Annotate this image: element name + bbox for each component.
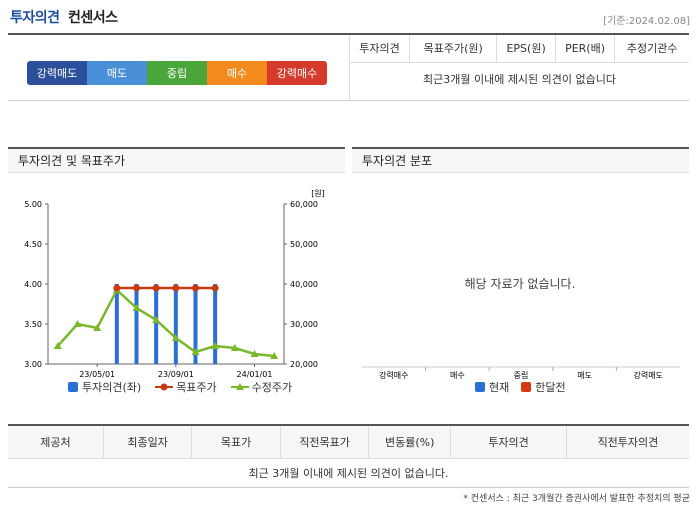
left-panel-header: 투자의견 및 목표주가 [8,147,345,173]
rating-strong-buy: 강력매수 [267,61,327,85]
section-title: 투자의견 [10,10,60,26]
y-right-tick-label: 30,000 [290,320,318,329]
rating-sell: 매도 [87,61,147,85]
category-label: 매수 [450,371,465,380]
y-left-tick-label: 3.50 [24,320,42,329]
target-price-point [172,284,180,292]
col-target: 목표가 [191,425,281,459]
rating-neutral: 중립 [147,61,207,85]
triangle-line-icon [230,383,249,390]
col-per: PER(배) [554,35,615,63]
target-price-point [133,284,140,292]
distribution-chart-svg: 해당 자료가 없습니다. 강력매수 매수 중립 매도 강력매도 [362,277,680,380]
legend-current: 현재 [475,380,509,394]
square-icon [475,382,485,392]
consensus-bottom-line [8,100,689,101]
category-label: 매도 [577,371,592,380]
square-icon [521,382,532,392]
target-price-point [152,284,160,292]
target-price-point [192,284,199,292]
col-last-date: 최종일자 [102,425,192,459]
y-right-tick-label: 40,000 [290,280,318,289]
left-legend: 투자의견(좌) 목표주가 수정주가 [68,380,328,394]
legend-target-price: 목표주가 [155,380,217,394]
legend-opinion: 투자의견(좌) [68,380,141,394]
legend-adjusted-price: 수정주가 [230,380,292,394]
section-subtitle: 컨센서스 [68,10,118,26]
category-label: 강력매수 [379,370,408,380]
opinion-target-chart: [원] 5.00 4.50 4.00 3.50 3.00 60,000 50,000 40,0… [8,173,345,401]
y-right-tick-label: 50,000 [290,240,318,249]
y-right-tick-label: 60,000 [290,200,318,209]
rating-strong-sell: 강력매도 [27,61,87,85]
broker-opinion-table: 제공처 최종일자 목표가 직전목표가 변동률(%) 투자의견 직전투자의견 최근… [8,424,689,488]
adjusted-price-line [56,287,275,358]
col-institutions: 추정기관수 [614,35,689,63]
distribution-chart: 해당 자료가 없습니다. 강력매수 매수 중립 매도 강력매도 [352,173,689,401]
opinion-bar [213,284,218,364]
col-provider: 제공처 [8,425,104,459]
rating-buy: 매수 [207,61,267,85]
unit-label: [원] [311,189,325,198]
right-panel-header: 투자의견 분포 [352,147,689,173]
col-eps: EPS(원) [496,35,556,63]
opinion-bar [114,284,119,364]
col-opinion: 투자의견 [350,35,410,63]
col-prev-opinion: 직전투자의견 [565,425,689,459]
col-change-rate: 변동률(%) [368,425,451,459]
category-label: 강력매도 [633,370,662,380]
right-legend: 현재 한달전 [475,380,595,394]
rating-scale-bar: 강력매도 매도 중립 매수 강력매수 [27,61,327,85]
x-tick-label: 23/05/01 [79,370,115,379]
opinion-bar [154,284,159,364]
x-tick-label: 23/09/01 [158,370,194,379]
square-icon [68,382,78,392]
opinion-bar [134,284,139,364]
col-opinion: 투자의견 [450,425,567,459]
category-label: 중립 [514,371,529,380]
target-price-point [113,284,121,292]
footnote: * 컨센서스 : 최근 3개월간 증권사에서 발표한 추정치의 평균 [463,494,690,504]
broker-empty-message: 최근 3개월 이내에 제시된 의견이 없습니다. [8,458,689,488]
circle-line-icon [155,383,174,391]
y-right-tick-label: 20,000 [290,360,318,369]
base-date: [기준:2024.02.08] [603,16,690,27]
col-prev-target: 직전목표가 [279,425,369,459]
col-target-price: 목표주가(원) [408,35,497,63]
y-left-tick-label: 4.00 [24,280,42,289]
consensus-empty-message: 최근3개월 이내에 제시된 의견이 없습니다 [422,73,617,87]
legend-month-ago: 한달전 [521,380,566,394]
consensus-table: 투자의견 목표주가(원) EPS(원) PER(배) 추정기관수 최근3개월 이… [350,35,689,96]
x-tick-label: 24/01/01 [237,370,273,379]
y-left-tick-label: 4.50 [24,240,42,249]
y-left-tick-label: 5.00 [24,200,42,209]
opinion-bar [173,284,178,364]
target-price-point [211,284,219,292]
y-left-tick-label: 3.00 [24,360,42,369]
distribution-empty-message: 해당 자료가 없습니다. [465,277,576,291]
opinion-target-chart-svg: [원] 5.00 4.50 4.00 3.50 3.00 60,000 50,000 40,0… [24,189,325,379]
